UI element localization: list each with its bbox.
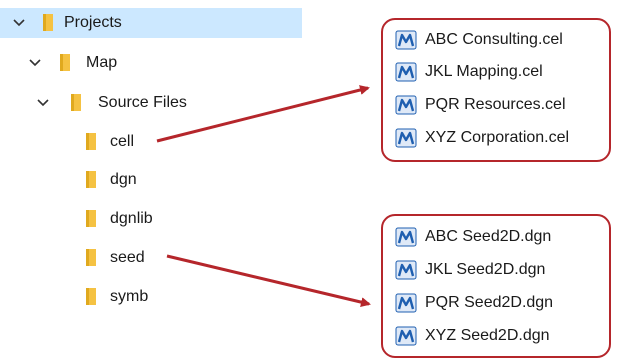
arrow-icon [156, 85, 370, 143]
arrows-overlay [156, 85, 371, 308]
arrow-icon [166, 254, 371, 308]
